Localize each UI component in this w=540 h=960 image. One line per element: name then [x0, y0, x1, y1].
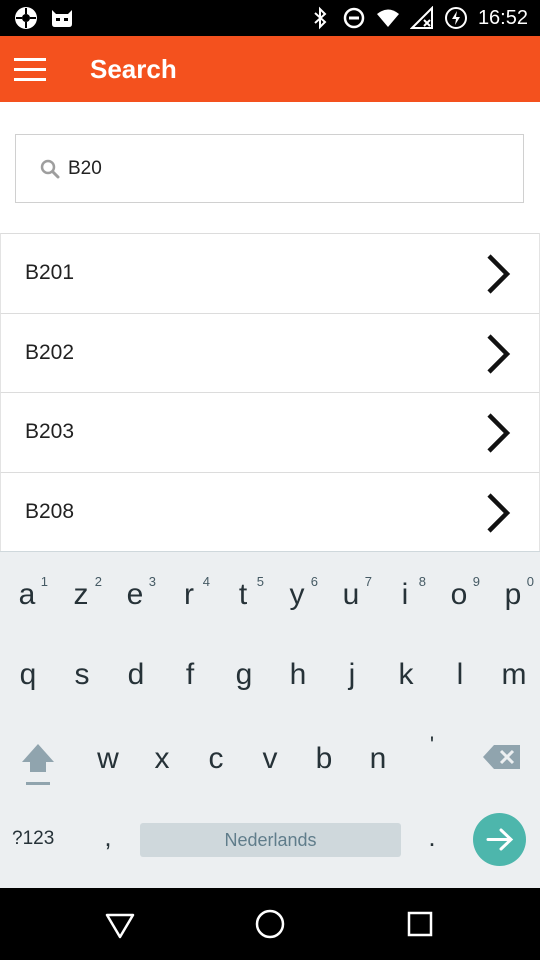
app-bar: Search: [0, 36, 540, 102]
cyanogen-icon: [15, 7, 37, 29]
battery-charging-icon: [444, 7, 467, 29]
space-key[interactable]: Nederlands: [140, 823, 401, 857]
key-p[interactable]: p0: [494, 574, 534, 612]
key-x[interactable]: x: [142, 742, 182, 776]
status-time: 16:52: [477, 6, 528, 29]
key-u[interactable]: u7: [332, 574, 372, 612]
key-hint: 4: [202, 574, 210, 589]
wifi-icon: [376, 9, 399, 27]
key-hint: 9: [472, 574, 480, 589]
key-hint: 8: [418, 574, 426, 589]
key-q[interactable]: q: [8, 658, 48, 692]
comma-key[interactable]: ,: [100, 822, 116, 853]
android-cat-icon: [52, 10, 72, 27]
back-icon[interactable]: [102, 906, 138, 942]
list-item[interactable]: B202: [0, 312, 540, 392]
search-icon: [40, 159, 60, 179]
key-w[interactable]: w: [88, 742, 128, 776]
key-hint: 5: [256, 574, 264, 589]
key-n[interactable]: n: [358, 742, 398, 776]
key-apostrophe[interactable]: ': [412, 732, 452, 758]
key-z[interactable]: z2: [62, 574, 103, 612]
home-icon[interactable]: [252, 906, 288, 942]
key-hint: 2: [94, 574, 102, 589]
key-c[interactable]: c: [196, 742, 236, 776]
key-m[interactable]: m: [494, 658, 534, 692]
no-signal-icon: [409, 6, 433, 29]
key-h[interactable]: h: [278, 658, 318, 692]
key-y[interactable]: y6: [278, 574, 319, 612]
key-l[interactable]: l: [440, 658, 480, 692]
key-k[interactable]: k: [386, 658, 426, 692]
on-screen-keyboard: a1z2e3r4t5y6u7i8o9p0 qsdfghjklm w x c v b n ' …: [0, 551, 540, 888]
chevron-right-icon: [487, 413, 511, 453]
arrow-right-icon: [486, 828, 514, 851]
list-item[interactable]: B201: [0, 233, 540, 313]
key-hint: 6: [310, 574, 318, 589]
recents-icon[interactable]: [402, 906, 438, 942]
key-a[interactable]: a1: [8, 574, 48, 612]
key-g[interactable]: g: [224, 658, 264, 692]
bluetooth-icon: [314, 6, 327, 30]
list-item-label: B201: [25, 261, 75, 284]
key-j[interactable]: j: [332, 658, 372, 692]
period-key[interactable]: .: [424, 822, 440, 853]
key-s[interactable]: s: [62, 658, 102, 692]
key-d[interactable]: d: [116, 658, 156, 692]
status-bar: 16:52: [0, 0, 540, 36]
chevron-right-icon: [487, 492, 511, 533]
page-title: Search: [90, 54, 177, 84]
chevron-right-icon: [487, 333, 511, 374]
key-hint: 3: [148, 574, 156, 589]
list-item-label: B202: [25, 340, 75, 364]
key-hint: 7: [364, 574, 372, 589]
search-input[interactable]: [68, 135, 508, 202]
key-r[interactable]: r4: [170, 574, 210, 612]
key-hint: 0: [526, 574, 534, 589]
key-e[interactable]: e3: [116, 574, 156, 612]
list-item-label: B208: [25, 499, 75, 523]
list-item[interactable]: B208: [0, 471, 540, 551]
backspace-key-icon[interactable]: [482, 742, 522, 772]
key-b[interactable]: b: [304, 742, 344, 776]
key-v[interactable]: v: [250, 742, 290, 776]
shift-key-icon[interactable]: [18, 742, 58, 788]
symbols-key[interactable]: ?123: [12, 828, 54, 850]
do-not-disturb-icon: [343, 7, 365, 29]
enter-key[interactable]: [473, 813, 526, 866]
list-item[interactable]: B203: [0, 392, 540, 472]
hamburger-menu-icon[interactable]: [14, 58, 46, 82]
list-item-label: B203: [25, 420, 75, 443]
results-list: B201 B202 B203 B208: [0, 233, 540, 551]
key-t[interactable]: t5: [224, 574, 264, 612]
search-box[interactable]: [15, 134, 524, 203]
chevron-right-icon: [487, 254, 511, 294]
key-o[interactable]: o9: [440, 574, 480, 612]
key-i[interactable]: i8: [386, 574, 426, 612]
key-hint: 1: [40, 574, 48, 589]
navigation-bar: [0, 888, 540, 960]
key-f[interactable]: f: [170, 658, 210, 692]
